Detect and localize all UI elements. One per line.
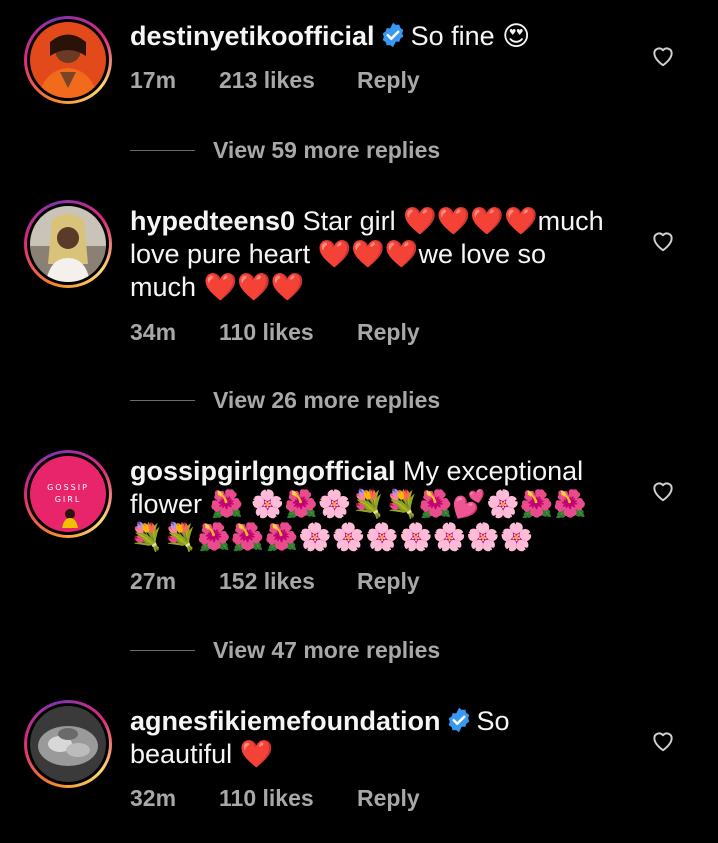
reply-button[interactable]: Reply [357,318,420,346]
comment-text-line-2: beautiful ❤️ [130,739,274,769]
comment-text-line-1: So [476,706,510,736]
avatar-story-ring[interactable] [24,700,112,788]
reply-button[interactable]: Reply [357,784,420,812]
avatar-story-ring[interactable]: GOSSIP GIRL [24,450,112,538]
comment-text: So fine 😍 [410,21,531,51]
heart-outline-icon[interactable] [650,478,676,504]
view-more-replies[interactable]: View 59 more replies [130,135,530,165]
view-more-replies[interactable]: View 47 more replies [130,635,530,665]
avatar: GOSSIP GIRL [30,456,106,532]
comment-username[interactable]: destinyetikoofficial [130,21,375,51]
heart-outline-icon[interactable] [650,728,676,754]
comment-time: 27m [130,568,177,594]
divider [130,150,195,151]
reply-button[interactable]: Reply [357,66,420,94]
avatar-logo-text-1: GOSSIP [47,483,89,492]
comment-text-line-1: Star girl ❤️❤️❤️❤️much [302,206,604,236]
verified-badge-icon [448,707,469,733]
comment-time: 34m [130,319,177,345]
comment-text-line-3: much ❤️❤️❤️ [130,272,305,302]
divider [130,650,195,651]
avatar [30,206,106,282]
avatar-story-ring[interactable] [24,16,112,104]
comment-time: 32m [130,785,177,811]
view-replies-label: View 47 more replies [213,637,441,663]
view-replies-label: View 26 more replies [213,387,441,413]
comment-username[interactable]: gossipgirlgngofficial [130,456,396,486]
comment-time: 17m [130,67,177,93]
comment-text-line-2: love pure heart ❤️❤️❤️we love so [130,239,547,269]
comment-likes[interactable]: 110 likes [219,318,314,346]
avatar-story-ring[interactable] [24,200,112,288]
comment-likes[interactable]: 152 likes [219,567,315,595]
heart-outline-icon[interactable] [650,228,676,254]
reply-button[interactable]: Reply [357,567,420,595]
comment-text-line-1: My exceptional [403,456,584,486]
heart-outline-icon[interactable] [650,43,676,69]
comment-likes[interactable]: 110 likes [219,784,314,812]
comment-username[interactable]: agnesfikiemefoundation [130,706,441,736]
avatar [30,22,106,98]
comment-text-line-3: 💐💐🌺🌺🌺🌸🌸🌸🌸🌸🌸🌸 [130,522,534,552]
comment-username[interactable]: hypedteens0 [130,206,295,236]
divider [130,400,195,401]
view-replies-label: View 59 more replies [213,137,441,163]
avatar [30,706,106,782]
verified-badge-icon [382,22,403,48]
comment-text-line-2: flower 🌺 🌸🌺🌸💐💐🌺💕🌸🌺🌺 [130,489,587,519]
avatar-logo-text-2: GIRL [55,495,82,504]
view-more-replies[interactable]: View 26 more replies [130,385,530,415]
comment-likes[interactable]: 213 likes [219,66,315,94]
